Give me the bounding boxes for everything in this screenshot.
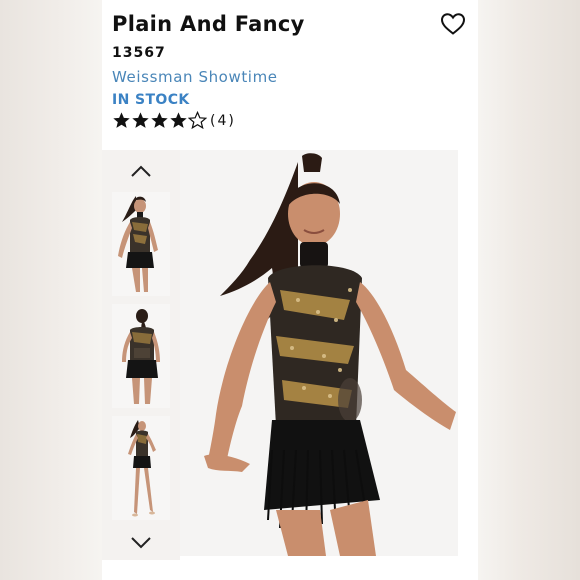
star-filled-icon [113, 112, 130, 128]
dancer-front-image [112, 192, 170, 296]
thumbnail-rail [102, 150, 180, 560]
dancer-main-image [180, 150, 458, 556]
heart-icon[interactable] [440, 12, 466, 36]
background-blur-left [0, 0, 102, 580]
product-card: Plain And Fancy 13567 Weissman Showtime … [102, 0, 478, 580]
review-count: (4) [210, 112, 236, 129]
chevron-down-icon[interactable] [130, 536, 152, 550]
background-blur-right [478, 0, 580, 580]
thumbnail-front[interactable] [112, 192, 170, 296]
product-sku: 13567 [112, 45, 166, 61]
star-filled-icon [151, 112, 168, 128]
thumbnail-full[interactable] [112, 416, 170, 520]
product-title: Plain And Fancy [112, 12, 305, 36]
chevron-up-icon[interactable] [130, 164, 152, 178]
main-product-photo[interactable] [180, 150, 458, 556]
star-outline-icon [188, 111, 207, 130]
rating[interactable]: (4) [112, 111, 236, 130]
thumbnail-back[interactable] [112, 304, 170, 408]
dancer-back-image [112, 304, 170, 408]
dancer-full-image [112, 416, 170, 520]
brand-link[interactable]: Weissman Showtime [112, 68, 278, 86]
star-filled-icon [132, 112, 149, 128]
stock-status: IN STOCK [112, 92, 190, 108]
star-filled-icon [170, 112, 187, 128]
